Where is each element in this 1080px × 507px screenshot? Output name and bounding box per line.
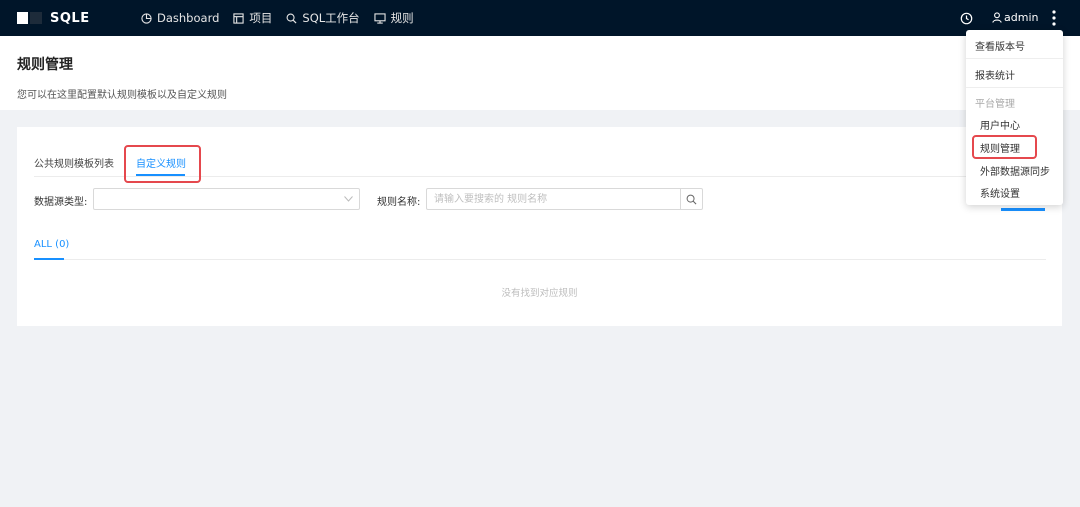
rule-name-search: [426, 188, 703, 210]
top-navbar: SQLE Dashboard 项目 SQL工作台 规则 admin: [0, 0, 1080, 36]
page-description: 您可以在这里配置默认规则模板以及自定义规则: [17, 90, 227, 101]
tab-all[interactable]: ALL (0): [34, 239, 69, 250]
menu-item-system-settings[interactable]: 系统设置: [980, 185, 1020, 200]
nav-item-dashboard[interactable]: Dashboard: [141, 11, 219, 25]
logo-mark-secondary: [30, 12, 42, 24]
empty-state-text: 没有找到对应规则: [501, 288, 578, 299]
user-menu[interactable]: admin: [992, 11, 1038, 24]
logo-mark: [17, 12, 28, 24]
dashboard-icon: [141, 12, 152, 24]
primary-button[interactable]: [1001, 208, 1045, 211]
user-name: admin: [1004, 11, 1039, 24]
logo[interactable]: SQLE: [17, 11, 137, 26]
clock-icon[interactable]: [960, 12, 973, 25]
rules-card: 公共规则模板列表 自定义规则 数据源类型: 规则名称: ALL (0) 没有找到…: [17, 127, 1062, 326]
rule-name-label: 规则名称:: [377, 197, 421, 208]
nav-item-rules[interactable]: 规则: [374, 10, 414, 26]
monitor-icon: [374, 12, 386, 24]
tab-public-rule-templates[interactable]: 公共规则模板列表: [34, 155, 114, 170]
page-header: 规则管理 您可以在这里配置默认规则模板以及自定义规则: [0, 36, 1080, 110]
db-type-select[interactable]: [93, 188, 360, 210]
more-vertical-icon[interactable]: [1051, 9, 1057, 27]
menu-item-external-sync[interactable]: 外部数据源同步: [980, 163, 1050, 178]
chevron-down-icon: [344, 196, 353, 202]
db-type-label: 数据源类型:: [34, 197, 88, 208]
app-name: SQLE: [50, 10, 90, 26]
annotation-highlight-menu: [972, 135, 1037, 159]
nav-item-label: 项目: [249, 11, 273, 25]
user-icon: [992, 12, 1002, 23]
list-tab-divider: [34, 259, 1046, 260]
nav-item-label: Dashboard: [157, 11, 220, 25]
annotation-highlight-tab: [124, 145, 201, 183]
nav-item-label: 规则: [390, 11, 414, 25]
rule-name-input[interactable]: [427, 189, 680, 209]
menu-item-view-version[interactable]: 查看版本号: [975, 38, 1025, 53]
more-dropdown-menu: 查看版本号 报表统计 平台管理 用户中心 规则管理 外部数据源同步 系统设置: [966, 30, 1063, 205]
menu-divider: [966, 58, 1063, 59]
nav-item-project[interactable]: 项目: [233, 10, 272, 26]
nav-item-label: SQL工作台: [302, 11, 360, 25]
search-icon: [686, 194, 697, 204]
menu-item-user-center[interactable]: 用户中心: [980, 117, 1020, 132]
menu-divider: [966, 87, 1063, 88]
main-nav: Dashboard 项目 SQL工作台 规则: [141, 10, 428, 26]
page-title: 规则管理: [17, 57, 73, 73]
search-button[interactable]: [680, 189, 702, 209]
all-tab-indicator: [34, 258, 64, 260]
nav-item-sql-workbench[interactable]: SQL工作台: [286, 10, 360, 26]
search-icon: [286, 13, 297, 24]
project-icon: [233, 12, 245, 24]
menu-group-title: 平台管理: [975, 99, 1015, 110]
menu-item-report-stats[interactable]: 报表统计: [975, 67, 1015, 82]
